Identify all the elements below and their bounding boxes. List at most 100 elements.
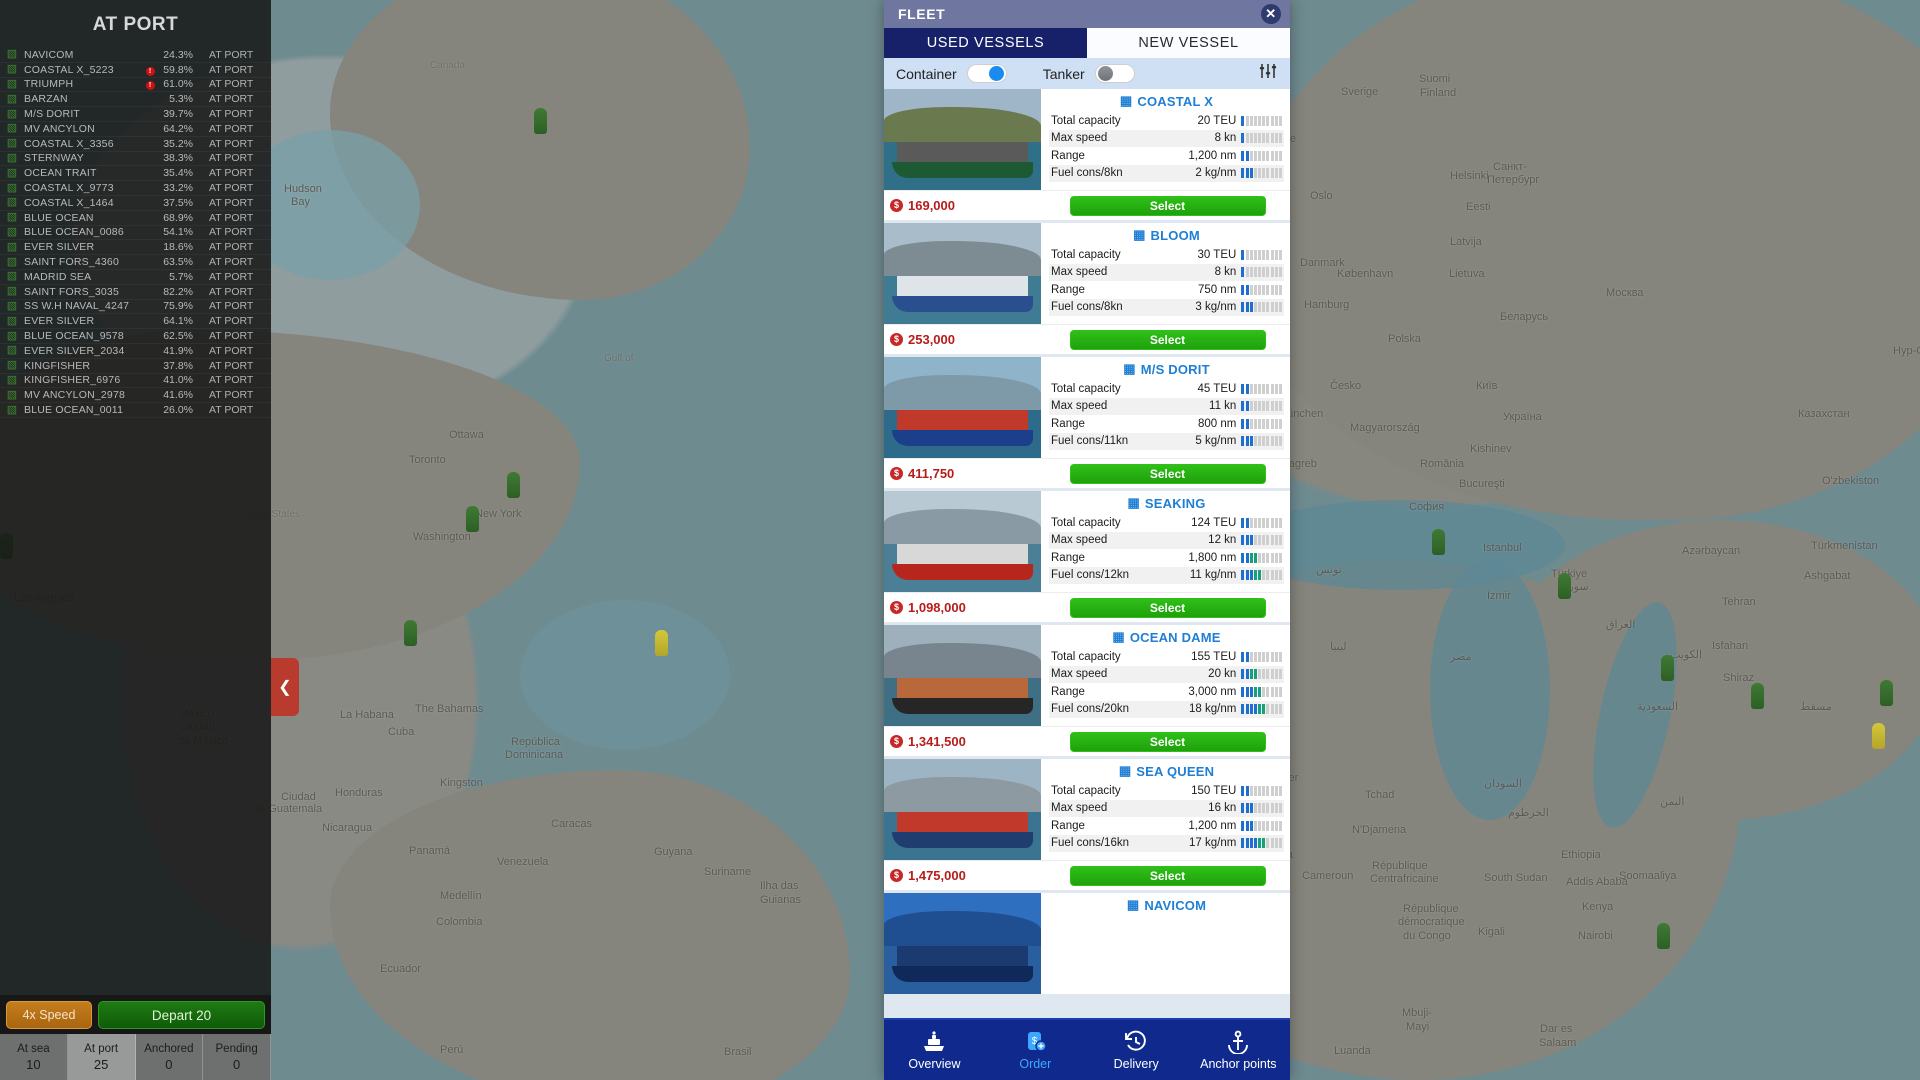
close-icon[interactable]: ✕: [1261, 4, 1281, 24]
at-port-row[interactable]: ▧ COASTAL X_3356 35.2% AT PORT: [0, 137, 271, 152]
fleet-tabs[interactable]: USED VESSELS NEW VESSEL: [884, 28, 1290, 58]
at-port-row[interactable]: ▧ COASTAL X_1464 37.5% AT PORT: [0, 196, 271, 211]
at-port-row[interactable]: ▧ EVER SILVER 18.6% AT PORT: [0, 240, 271, 256]
map-ship-marker[interactable]: [534, 108, 547, 134]
map-ship-marker[interactable]: [466, 506, 479, 532]
vessel-card[interactable]: ▦ BLOOM Total capacity 30 TEU Max speed 8 kn R…: [884, 223, 1290, 354]
map-label: Shiraz: [1723, 672, 1755, 684]
vessel-name: NAVICOM: [24, 48, 74, 61]
vessel-cargo-icon: ▧: [6, 92, 18, 105]
stat-meter: [1241, 686, 1282, 697]
vessel-name-link[interactable]: ▦ BLOOM: [1049, 227, 1284, 246]
at-port-row[interactable]: ▧ TRIUMPH! 61.0% AT PORT: [0, 78, 271, 93]
depart-button[interactable]: Depart 20: [98, 1001, 265, 1029]
map-label: Bucureşti: [1459, 478, 1505, 490]
status-cell-anchored[interactable]: Anchored 0: [135, 1034, 204, 1080]
map-ship-marker[interactable]: [1751, 683, 1764, 709]
currency-icon: $: [890, 199, 903, 212]
vessel-cargo-icon: ▧: [6, 225, 18, 238]
map-ship-marker[interactable]: [1880, 680, 1893, 706]
tab-used-vessels[interactable]: USED VESSELS: [884, 28, 1087, 58]
at-port-row[interactable]: ▧ SS W.H NAVAL_4247 75.9% AT PORT: [0, 300, 271, 315]
select-button[interactable]: Select: [1069, 463, 1266, 484]
vessel-name-link[interactable]: ▦ OCEAN DAME: [1049, 629, 1284, 648]
at-port-row[interactable]: ▧ EVER SILVER 64.1% AT PORT: [0, 314, 271, 330]
map-ship-marker[interactable]: [1657, 923, 1670, 949]
at-port-row[interactable]: ▧ KINGFISHER_6976 41.0% AT PORT: [0, 374, 271, 389]
at-port-row[interactable]: ▧ NAVICOM 24.3% AT PORT: [0, 48, 271, 63]
status-cell-at-sea[interactable]: At sea 10: [0, 1034, 68, 1080]
vessel-name-link[interactable]: ▦ NAVICOM: [1049, 897, 1284, 916]
at-port-row[interactable]: ▧ COASTAL X_5223! 59.8% AT PORT: [0, 63, 271, 78]
stat-meter: [1241, 838, 1282, 849]
status-cell-pending[interactable]: Pending 0: [203, 1034, 271, 1080]
map-ship-marker[interactable]: [1432, 529, 1445, 555]
map-ship-marker[interactable]: [1661, 655, 1674, 681]
at-port-row[interactable]: ▧ KINGFISHER 37.8% AT PORT: [0, 359, 271, 374]
map-label: Kingston: [440, 777, 483, 789]
at-port-row[interactable]: ▧ BLUE OCEAN_9578 62.5% AT PORT: [0, 329, 271, 344]
vessel-card[interactable]: ▦ M/S DORIT Total capacity 45 TEU Max speed 1…: [884, 357, 1290, 488]
map-label: Dominicana: [505, 749, 564, 761]
at-port-row[interactable]: ▧ MV ANCYLON 64.2% AT PORT: [0, 122, 271, 137]
at-port-row[interactable]: ▧ SAINT FORS_3035 82.2% AT PORT: [0, 285, 271, 300]
speed-button[interactable]: 4x Speed: [6, 1001, 92, 1029]
vessel-card[interactable]: ▦ SEA QUEEN Total capacity 150 TEU Max speed…: [884, 759, 1290, 890]
at-port-row[interactable]: ▧ BLUE OCEAN_0086 54.1% AT PORT: [0, 226, 271, 241]
map-ship-marker[interactable]: [1558, 573, 1571, 599]
vessel-cargo-icon: ▧: [6, 48, 18, 61]
at-port-vessel-list[interactable]: ▧ NAVICOM 24.3% AT PORT ▧ COASTAL X_5223! 59.8…: [0, 48, 271, 418]
select-button[interactable]: Select: [1069, 195, 1266, 216]
at-port-row[interactable]: ▧ MV ANCYLON_2978 41.6% AT PORT: [0, 388, 271, 404]
at-port-row[interactable]: ▧ M/S DORIT 39.7% AT PORT: [0, 107, 271, 122]
vessel-name-link[interactable]: ▦ SEA QUEEN: [1049, 763, 1284, 782]
status-cell-at-port[interactable]: At port 25: [67, 1034, 136, 1080]
at-port-row[interactable]: ▧ OCEAN TRAIT 35.4% AT PORT: [0, 166, 271, 182]
nav-anchor-points[interactable]: Anchor points: [1200, 1029, 1277, 1071]
vessel-name-link[interactable]: ▦ SEAKING: [1049, 495, 1284, 514]
tanker-toggle[interactable]: [1094, 64, 1135, 83]
vessel-name-link[interactable]: ▦ COASTAL X: [1049, 93, 1284, 112]
map-label: الكويت: [1670, 649, 1703, 661]
vessel-load-percent: 39.7%: [163, 108, 193, 121]
map-ship-marker[interactable]: [1872, 723, 1885, 749]
vessel-card[interactable]: ▦ COASTAL X Total capacity 20 TEU Max speed 8…: [884, 89, 1290, 220]
vessel-price: $1,098,000: [890, 600, 1047, 615]
nav-overview[interactable]: Overview: [897, 1029, 971, 1071]
map-label: Санкт-: [1493, 161, 1527, 173]
at-port-row[interactable]: ▧ EVER SILVER_2034 41.9% AT PORT: [0, 344, 271, 359]
vessel-card[interactable]: ▦ OCEAN DAME Total capacity 155 TEU Max spee…: [884, 625, 1290, 756]
vessel-stat: Fuel cons/12kn 11 kg/nm: [1049, 566, 1284, 584]
at-port-row[interactable]: ▧ SAINT FORS_4360 63.5% AT PORT: [0, 255, 271, 270]
select-button[interactable]: Select: [1069, 597, 1266, 618]
vessel-stat: Fuel cons/20kn 18 kg/nm: [1049, 700, 1284, 718]
fleet-bottom-nav[interactable]: Overview $ Order Delivery Anchor points: [884, 1018, 1290, 1080]
select-button[interactable]: Select: [1069, 329, 1266, 350]
at-port-row[interactable]: ▧ COASTAL X_9773 33.2% AT PORT: [0, 181, 271, 196]
tab-new-vessel[interactable]: NEW VESSEL: [1087, 28, 1290, 58]
nav-order[interactable]: $ Order: [998, 1029, 1072, 1071]
nav-delivery[interactable]: Delivery: [1099, 1029, 1173, 1071]
vessel-card-list[interactable]: ▦ COASTAL X Total capacity 20 TEU Max speed 8…: [884, 89, 1290, 1018]
sliders-icon[interactable]: [1258, 61, 1278, 86]
vessel-cargo-icon: ▧: [6, 122, 18, 135]
map-ship-marker[interactable]: [507, 472, 520, 498]
map-ship-marker[interactable]: [404, 620, 417, 646]
at-port-row[interactable]: ▧ MADRID SEA 5.7% AT PORT: [0, 270, 271, 285]
at-port-row[interactable]: ▧ BARZAN 5.3% AT PORT: [0, 92, 271, 108]
at-port-row[interactable]: ▧ BLUE OCEAN_0011 26.0% AT PORT: [0, 403, 271, 418]
vessel-name-link[interactable]: ▦ M/S DORIT: [1049, 361, 1284, 380]
at-port-row[interactable]: ▧ BLUE OCEAN 68.9% AT PORT: [0, 211, 271, 226]
select-button[interactable]: Select: [1069, 865, 1266, 886]
at-port-row[interactable]: ▧ STERNWAY 38.3% AT PORT: [0, 152, 271, 167]
vessel-cargo-icon: ▧: [6, 107, 18, 120]
vessel-card[interactable]: ▦ NAVICOM: [884, 893, 1290, 994]
select-button[interactable]: Select: [1069, 731, 1266, 752]
container-toggle[interactable]: [966, 64, 1007, 83]
vessel-card[interactable]: ▦ SEAKING Total capacity 124 TEU Max speed 12…: [884, 491, 1290, 622]
vessel-load-percent: 41.0%: [163, 374, 193, 387]
map-ship-marker[interactable]: [655, 630, 668, 656]
currency-icon: $: [890, 601, 903, 614]
panel-collapse-handle[interactable]: ❮: [271, 658, 299, 716]
stat-meter: [1241, 535, 1282, 546]
